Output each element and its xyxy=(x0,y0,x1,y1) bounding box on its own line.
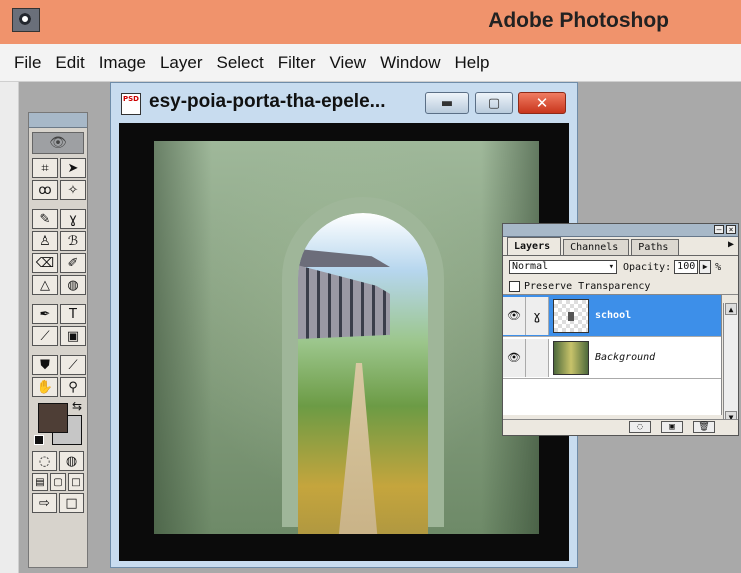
gradient-tool-icon[interactable]: ▣ xyxy=(60,326,86,346)
palette-close-button[interactable]: × xyxy=(726,225,736,234)
jump-to-imageready-icon[interactable]: ⇨ xyxy=(32,493,57,513)
paint-bucket-tool-icon[interactable]: ⛊ xyxy=(32,355,58,375)
paintbrush-tool-icon[interactable]: ɣ xyxy=(60,209,86,229)
layers-palette: – × Layers Channels Paths ▶ Normal Opaci… xyxy=(502,223,739,436)
blend-opacity-row: Normal Opacity: 100 ▶ % xyxy=(503,256,738,278)
left-edge-strip xyxy=(0,82,19,573)
menu-window[interactable]: Window xyxy=(380,53,440,73)
scroll-up-icon[interactable]: ▲ xyxy=(725,303,737,315)
palette-minimize-button[interactable]: – xyxy=(714,225,724,234)
swap-colors-icon[interactable]: ⇆ xyxy=(72,399,82,413)
visibility-eye-icon[interactable]: 👁 xyxy=(503,296,526,335)
screen-mode-row: ▤ ▢ □ xyxy=(29,473,87,491)
opacity-input[interactable]: 100 xyxy=(674,260,699,274)
trash-icon[interactable]: 🗑 xyxy=(693,421,715,433)
opacity-label: Opacity: xyxy=(623,261,672,273)
toolbox-palette: 👁 ⌗ ➤ ꝏ ✧ ✎ ɣ ♙ ℬ ⌫ ✐ △ ◍ ✒ T ⟋ ▣ ⛊ ⟋ ✋ ⚲ ⇆ ◌ ◍ ▤ ▢ □ ⇨ □ xyxy=(28,112,88,568)
mask-mode-row: ◌ ◍ xyxy=(29,451,87,471)
jump-row: ⇨ □ xyxy=(29,493,87,513)
menu-bar: File Edit Image Layer Select Filter View… xyxy=(0,44,741,82)
menu-filter[interactable]: Filter xyxy=(278,53,316,73)
blur-tool-icon[interactable]: △ xyxy=(32,275,58,295)
link-slot-icon[interactable] xyxy=(526,338,549,377)
layer-name: school xyxy=(595,310,632,321)
layer-row-school[interactable]: 👁 ɣ school xyxy=(503,295,721,337)
tab-paths[interactable]: Paths xyxy=(631,239,680,255)
menu-view[interactable]: View xyxy=(330,53,367,73)
move-tool-icon[interactable]: ➤ xyxy=(60,158,86,178)
tool-separator xyxy=(32,348,86,353)
preserve-transparency-checkbox[interactable] xyxy=(509,280,520,292)
blank-tool-icon[interactable]: □ xyxy=(59,493,84,513)
psd-file-icon: PSD xyxy=(121,93,141,115)
layers-footer: ◌ ▣ 🗑 xyxy=(503,419,738,435)
pencil-tool-icon[interactable]: ✐ xyxy=(60,253,86,273)
visibility-eye-icon[interactable]: 👁 xyxy=(503,338,526,377)
measure-tool-icon[interactable]: ⟋ xyxy=(32,326,58,346)
crop-tool-icon[interactable]: ⌗ xyxy=(32,158,58,178)
pen-tool-icon[interactable]: ✒ xyxy=(32,304,58,324)
menu-help[interactable]: Help xyxy=(455,53,490,73)
layers-scrollbar[interactable]: ▲ ▼ xyxy=(723,303,738,423)
color-swatches: ⇆ xyxy=(32,399,84,449)
menu-select[interactable]: Select xyxy=(216,53,263,73)
full-screen-icon[interactable]: □ xyxy=(68,473,84,491)
preserve-transparency-row: Preserve Transparency xyxy=(503,278,738,295)
palette-menu-arrow-icon[interactable]: ▶ xyxy=(728,239,734,250)
default-colors-icon[interactable] xyxy=(34,435,44,445)
opacity-arrow-icon[interactable]: ▶ xyxy=(699,260,712,274)
layer-thumbnail-school xyxy=(553,298,589,333)
canvas-image xyxy=(154,141,539,534)
airbrush-tool-icon[interactable]: ✎ xyxy=(32,209,58,229)
full-screen-menu-icon[interactable]: ▢ xyxy=(50,473,66,491)
minimize-button[interactable]: ▬ xyxy=(425,92,469,114)
close-button[interactable]: ✕ xyxy=(518,92,566,114)
menu-edit[interactable]: Edit xyxy=(55,53,84,73)
magic-wand-tool-icon[interactable]: ✧ xyxy=(60,180,86,200)
layers-titlebar[interactable]: – × xyxy=(503,224,738,237)
standard-mode-icon[interactable]: ◌ xyxy=(32,451,57,471)
zoom-tool-icon[interactable]: ⚲ xyxy=(60,377,86,397)
preserve-transparency-label: Preserve Transparency xyxy=(524,280,651,292)
type-tool-icon[interactable]: T xyxy=(60,304,86,324)
lasso-tool-icon[interactable]: ꝏ xyxy=(32,180,58,200)
menu-image[interactable]: Image xyxy=(99,53,146,73)
app-titlebar: Adobe Photoshop xyxy=(0,0,741,44)
tool-grid: ⌗ ➤ ꝏ ✧ ✎ ɣ ♙ ℬ ⌫ ✐ △ ◍ ✒ T ⟋ ▣ ⛊ ⟋ ✋ ⚲ xyxy=(29,158,87,397)
tab-channels[interactable]: Channels xyxy=(563,239,630,255)
opacity-unit: % xyxy=(715,261,722,273)
layer-thumbnail-background xyxy=(553,340,589,375)
menu-layer[interactable]: Layer xyxy=(160,53,203,73)
rubber-stamp-tool-icon[interactable]: ♙ xyxy=(32,231,58,251)
tool-separator xyxy=(32,297,86,302)
foreground-color-swatch[interactable] xyxy=(38,403,68,433)
blend-mode-select[interactable]: Normal xyxy=(509,260,617,274)
new-layer-icon[interactable]: ▣ xyxy=(661,421,683,433)
layer-row-background[interactable]: 👁 Background xyxy=(503,337,721,379)
layer-name: Background xyxy=(595,352,656,363)
brush-icon[interactable]: ɣ xyxy=(526,296,549,335)
maximize-button[interactable]: ▢ xyxy=(475,92,513,114)
document-titlebar[interactable]: PSD esy-poia-porta-tha-epele... ▬ ▢ ✕ xyxy=(111,83,577,123)
history-brush-tool-icon[interactable]: ℬ xyxy=(60,231,86,251)
layer-list: 👁 ɣ school 👁 Background xyxy=(503,295,722,415)
photoshop-eye-icon[interactable] xyxy=(12,8,40,32)
tab-layers[interactable]: Layers xyxy=(507,237,562,255)
hand-tool-icon[interactable]: ✋ xyxy=(32,377,58,397)
toolbox-titlebar[interactable] xyxy=(29,113,87,128)
palette-tabs: Layers Channels Paths ▶ xyxy=(503,237,738,256)
quick-mask-mode-icon[interactable]: ◍ xyxy=(59,451,84,471)
standard-screen-icon[interactable]: ▤ xyxy=(32,473,48,491)
dodge-tool-icon[interactable]: ◍ xyxy=(60,275,86,295)
add-layer-mask-icon[interactable]: ◌ xyxy=(629,421,651,433)
document-title: esy-poia-porta-tha-epele... xyxy=(149,91,386,112)
stone-arch xyxy=(282,197,444,527)
menu-file[interactable]: File xyxy=(14,53,41,73)
app-title: Adobe Photoshop xyxy=(488,9,669,32)
eyedropper-tool-icon[interactable]: ⟋ xyxy=(60,355,86,375)
eye-logo-icon[interactable]: 👁 xyxy=(32,132,84,154)
tool-separator xyxy=(32,202,86,207)
eraser-tool-icon[interactable]: ⌫ xyxy=(32,253,58,273)
